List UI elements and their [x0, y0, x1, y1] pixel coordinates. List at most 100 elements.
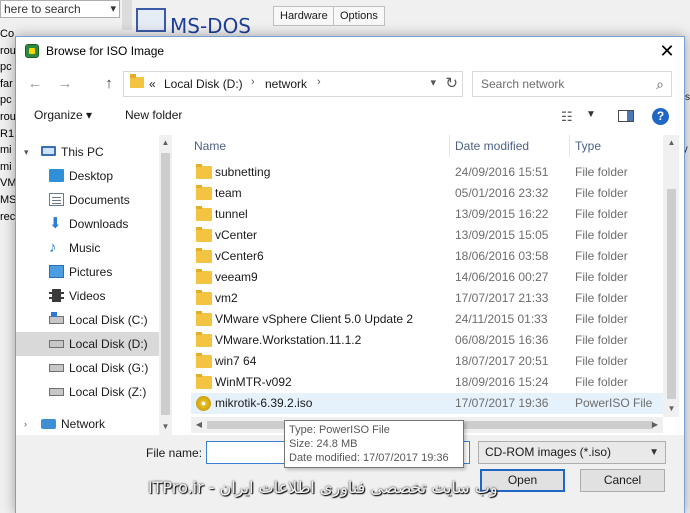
background-scrollbar[interactable] — [122, 0, 132, 30]
tooltip-size: Size: 24.8 MB — [289, 438, 358, 450]
column-header-type[interactable]: Type — [575, 135, 601, 157]
up-arrow-icon[interactable]: ↑ — [98, 73, 120, 95]
folder-icon — [196, 227, 212, 242]
scroll-left-icon[interactable]: ◀ — [191, 417, 207, 433]
scroll-up-icon[interactable]: ▲ — [159, 135, 172, 151]
file-row[interactable]: subnetting 24/09/2016 15:51 File folder — [191, 162, 666, 183]
column-divider[interactable] — [569, 135, 570, 157]
sidebar-item-downloads[interactable]: ⬇ Downloads — [16, 212, 161, 236]
sidebar-item-local-disk-d[interactable]: Local Disk (D:) — [16, 332, 161, 356]
sidebar-item-local-disk-c[interactable]: Local Disk (C:) — [16, 308, 161, 332]
file-row[interactable]: WinMTR-v092 18/09/2016 15:24 File folder — [191, 372, 666, 393]
sidebar-item-network[interactable]: › Network — [16, 412, 161, 435]
sidebar-item-music[interactable]: ♪ Music — [16, 236, 161, 260]
file-type-filter[interactable]: CD-ROM images (*.iso) ▼ — [478, 441, 666, 464]
scroll-down-icon[interactable]: ▼ — [665, 401, 678, 417]
msdos-logo-icon — [136, 8, 166, 32]
chevron-down-icon[interactable]: ▾ — [430, 76, 436, 89]
file-date: 24/09/2016 15:51 — [455, 165, 549, 179]
preview-pane-icon[interactable] — [618, 110, 634, 122]
file-row[interactable]: vCenter 13/09/2015 15:05 File folder — [191, 225, 666, 246]
help-icon[interactable]: ? — [652, 108, 669, 125]
sidebar-item-videos[interactable]: Videos — [16, 284, 161, 308]
file-row[interactable]: team 05/01/2016 23:32 File folder — [191, 183, 666, 204]
column-divider[interactable] — [449, 135, 450, 157]
file-type: PowerISO File — [575, 396, 653, 410]
file-name: mikrotik-6.39.2.iso — [215, 396, 313, 410]
scroll-right-icon[interactable]: ▶ — [647, 417, 663, 433]
search-placeholder: Search network — [481, 77, 565, 91]
view-options-icon[interactable]: ☷ — [561, 109, 573, 125]
file-row-iso[interactable]: mikrotik-6.39.2.iso 17/07/2017 19:36 Pow… — [191, 393, 666, 414]
column-header-name[interactable]: Name — [194, 135, 226, 157]
file-row[interactable]: VMware vSphere Client 5.0 Update 2 24/11… — [191, 309, 666, 330]
pc-icon — [41, 146, 56, 156]
folder-icon — [130, 74, 144, 88]
address-bar[interactable]: « Local Disk (D:) › network › ▾ ↻ — [123, 71, 463, 97]
close-button[interactable]: ✕ — [650, 37, 684, 66]
sidebar-item-label: Documents — [69, 193, 130, 207]
file-list-scrollbar[interactable]: ▲ ▼ — [663, 135, 679, 417]
breadcrumb-network[interactable]: network — [265, 77, 307, 91]
file-name: team — [215, 186, 242, 200]
file-name: vCenter — [215, 228, 258, 242]
breadcrumb-overflow[interactable]: « — [149, 77, 156, 91]
file-row[interactable]: VMware.Workstation.11.1.2 06/08/2015 16:… — [191, 330, 666, 351]
sidebar-item-label: Local Disk (G:) — [69, 361, 149, 375]
folder-icon — [196, 269, 212, 284]
new-folder-button[interactable]: New folder — [125, 108, 182, 122]
file-row[interactable]: vCenter6 18/06/2016 03:58 File folder — [191, 246, 666, 267]
file-date: 17/07/2017 21:33 — [455, 291, 549, 305]
file-name: VMware.Workstation.11.1.2 — [215, 333, 362, 347]
sidebar-item-documents[interactable]: Documents — [16, 188, 161, 212]
sidebar-item-label: Local Disk (D:) — [69, 337, 148, 351]
tab-options[interactable]: Options — [333, 6, 385, 26]
sidebar-item-pictures[interactable]: Pictures — [16, 260, 161, 284]
back-arrow-icon[interactable]: ← — [24, 73, 46, 95]
breadcrumb-local-disk-d[interactable]: Local Disk (D:) — [164, 77, 243, 91]
file-type: File folder — [575, 165, 628, 179]
chevron-down-icon[interactable]: ▼ — [649, 442, 659, 463]
sidebar-item-this-pc[interactable]: ▾ This PC — [16, 140, 161, 164]
background-search-box[interactable]: here to search ▾ — [0, 0, 120, 18]
tab-hardware[interactable]: Hardware — [273, 6, 335, 26]
breadcrumb-separator[interactable]: › — [317, 76, 321, 88]
sidebar-item-local-disk-g[interactable]: Local Disk (G:) — [16, 356, 161, 380]
file-type: File folder — [575, 354, 628, 368]
scrollbar-thumb[interactable] — [667, 189, 676, 399]
file-date: 05/01/2016 23:32 — [455, 186, 549, 200]
scrollbar-thumb[interactable] — [161, 153, 170, 415]
search-input[interactable]: Search network ⌕ — [472, 71, 672, 97]
search-icon[interactable]: ⌕ — [656, 76, 664, 93]
chevron-down-icon[interactable]: ▼ — [586, 109, 596, 120]
file-row[interactable]: tunnel 13/09/2015 16:22 File folder — [191, 204, 666, 225]
folder-icon — [196, 248, 212, 263]
dialog-titlebar[interactable]: Browse for ISO Image ✕ — [16, 37, 684, 66]
sidebar-item-desktop[interactable]: Desktop — [16, 164, 161, 188]
file-row[interactable]: win7 64 18/07/2017 20:51 File folder — [191, 351, 666, 372]
scroll-up-icon[interactable]: ▲ — [665, 135, 678, 151]
file-type: File folder — [575, 249, 628, 263]
folder-icon — [196, 332, 212, 347]
scroll-down-icon[interactable]: ▼ — [159, 419, 172, 435]
file-list: Name ⌃ Date modified Type subnetting 24/… — [191, 135, 671, 417]
file-row[interactable]: veeam9 14/06/2016 00:27 File folder — [191, 267, 666, 288]
chevron-right-icon[interactable]: › — [24, 412, 27, 435]
organize-button[interactable]: Organize ▾ — [34, 108, 92, 122]
cancel-button[interactable]: Cancel — [580, 469, 665, 492]
forward-arrow-icon[interactable]: → — [54, 73, 76, 95]
chevron-down-icon[interactable]: ▾ — [24, 140, 29, 164]
background-logo-text: MS-DOS — [170, 14, 252, 38]
file-row[interactable]: vm2 17/07/2017 21:33 File folder — [191, 288, 666, 309]
breadcrumb-separator[interactable]: › — [251, 76, 255, 88]
sidebar-item-label: This PC — [61, 145, 104, 159]
file-info-tooltip: Type: PowerISO File Size: 24.8 MB Date m… — [284, 420, 464, 468]
downloads-icon: ⬇ — [49, 215, 62, 232]
navigation-scrollbar[interactable]: ▲ ▼ — [159, 135, 172, 435]
sidebar-item-label: Local Disk (Z:) — [69, 385, 147, 399]
folder-icon — [196, 290, 212, 305]
refresh-icon[interactable]: ↻ — [445, 74, 458, 92]
column-header-date[interactable]: Date modified — [455, 135, 529, 157]
sidebar-item-local-disk-z[interactable]: Local Disk (Z:) — [16, 380, 161, 404]
navigation-pane: ▾ This PC Desktop Documents ⬇ Downloads … — [16, 135, 172, 435]
